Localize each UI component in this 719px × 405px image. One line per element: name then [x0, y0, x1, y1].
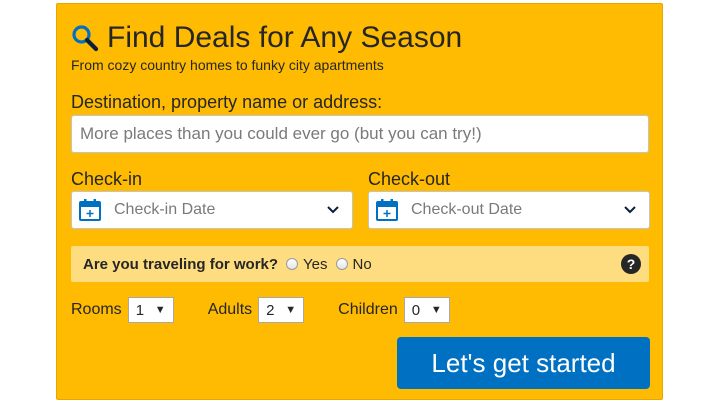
rooms-label: Rooms: [71, 301, 122, 318]
dropdown-arrow-icon: ▼: [430, 304, 442, 316]
destination-input[interactable]: [71, 115, 649, 153]
rooms-select[interactable]: 1 ▼: [127, 297, 174, 323]
chevron-down-icon: [327, 206, 339, 214]
chevron-down-icon: [624, 206, 636, 214]
header: Find Deals for Any Season: [71, 20, 462, 56]
checkin-date-picker[interactable]: Check-in Date: [71, 191, 353, 229]
checkout-label: Check-out: [368, 169, 451, 189]
adults-value: 2: [266, 301, 275, 319]
checkout-date-picker[interactable]: Check-out Date: [368, 191, 650, 229]
search-panel: Find Deals for Any Season From cozy coun…: [56, 3, 663, 400]
children-value: 0: [411, 301, 421, 319]
search-icon: [72, 25, 99, 52]
checkin-label: Check-in: [71, 169, 143, 189]
work-no-label[interactable]: No: [353, 256, 372, 273]
dropdown-arrow-icon: ▼: [154, 304, 166, 316]
calendar-icon: [376, 199, 398, 221]
adults-select[interactable]: 2 ▼: [258, 297, 305, 323]
children-select[interactable]: 0 ▼: [403, 297, 450, 323]
work-yes-radio[interactable]: [286, 258, 299, 270]
destination-label: Destination, property name or address:: [71, 92, 383, 112]
page-title: Find Deals for Any Season: [107, 21, 463, 54]
get-started-button[interactable]: Let's get started: [397, 337, 650, 389]
dropdown-arrow-icon: ▼: [285, 304, 297, 316]
children-label: Children: [338, 301, 398, 318]
work-no-radio[interactable]: [335, 258, 348, 270]
help-icon[interactable]: ?: [621, 254, 641, 274]
work-yes-label[interactable]: Yes: [303, 256, 327, 273]
guest-selectors: Rooms 1 ▼ Adults 2 ▼ Children 0 ▼: [71, 297, 450, 323]
adults-label: Adults: [207, 301, 253, 318]
calendar-icon: [79, 199, 101, 221]
page-subtitle: From cozy country homes to funky city ap…: [71, 57, 384, 73]
checkin-date-placeholder: Check-in Date: [114, 201, 216, 218]
work-question: Are you traveling for work?: [83, 255, 279, 273]
rooms-value: 1: [135, 301, 145, 319]
checkout-date-placeholder: Check-out Date: [411, 201, 523, 218]
work-travel-bar: Are you traveling for work? Yes No ?: [71, 246, 649, 282]
